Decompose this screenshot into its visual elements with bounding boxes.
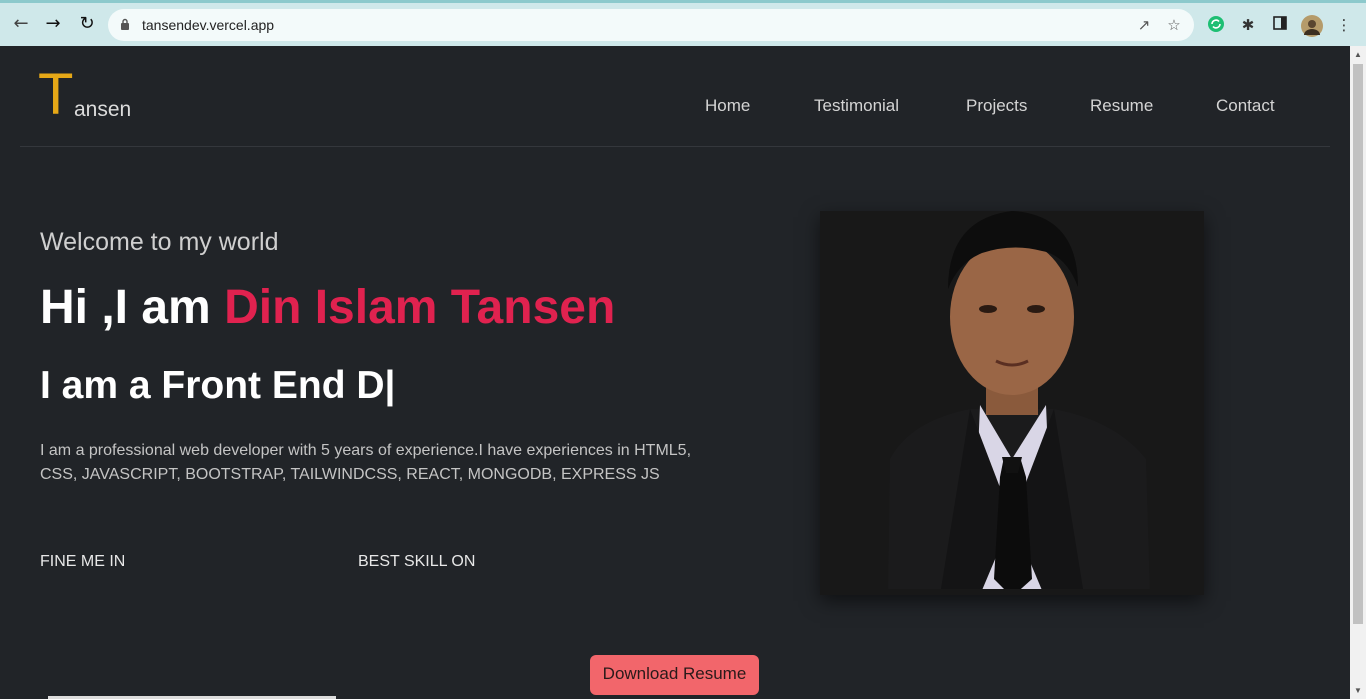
scrollbar-thumb[interactable] — [1353, 64, 1363, 624]
site-logo[interactable]: T ansen — [38, 66, 131, 124]
typed-role-text: I am a Front End D| — [40, 364, 396, 407]
reload-icon[interactable]: ↻ — [76, 13, 98, 35]
portrait-illustration — [888, 211, 1150, 589]
address-bar[interactable]: tansendev.vercel.app ↗ ☆ — [108, 9, 1194, 41]
hero-name: Din Islam Tansen — [224, 281, 616, 334]
scroll-up-icon[interactable]: ▲ — [1354, 50, 1362, 59]
logo-initial: T — [38, 62, 74, 127]
download-resume-button[interactable]: Download Resume — [590, 655, 759, 695]
extensions-puzzle-icon[interactable]: ✱ — [1238, 15, 1258, 35]
lock-icon — [121, 18, 129, 30]
bio-paragraph: I am a professional web developer with 5… — [40, 442, 692, 483]
logo-rest: ansen — [74, 98, 132, 121]
bookmark-star-icon[interactable]: ☆ — [1164, 15, 1184, 35]
welcome-text: Welcome to my world — [40, 228, 279, 256]
profile-avatar[interactable] — [1301, 15, 1323, 37]
best-skill-label: BEST SKILL ON — [358, 553, 476, 570]
back-arrow-icon[interactable]: ← — [10, 13, 32, 35]
nav-contact[interactable]: Contact — [1216, 96, 1275, 116]
profile-photo — [820, 211, 1204, 595]
share-icon[interactable]: ↗ — [1134, 15, 1154, 35]
nav-projects[interactable]: Projects — [966, 96, 1027, 116]
browser-toolbar: ← → ↻ tansendev.vercel.app ↗ ☆ ✱ ⋮ — [0, 0, 1366, 46]
nav-resume[interactable]: Resume — [1090, 96, 1153, 116]
forward-arrow-icon[interactable]: → — [42, 13, 64, 35]
page: T ansen Home Testimonial Projects Resume… — [0, 46, 1350, 699]
nav-home[interactable]: Home — [705, 96, 750, 116]
hero-heading: Hi ,I am Din Islam Tansen — [40, 280, 615, 335]
menu-kebab-icon[interactable]: ⋮ — [1334, 15, 1354, 35]
vertical-scrollbar[interactable]: ▲ ▼ — [1350, 46, 1366, 699]
scroll-down-icon[interactable]: ▼ — [1354, 686, 1362, 695]
greeting-text: Hi ,I am — [40, 281, 225, 334]
nav-testimonial[interactable]: Testimonial — [814, 96, 899, 116]
header-divider — [20, 146, 1330, 147]
url-text[interactable]: tansendev.vercel.app — [142, 17, 274, 33]
find-me-label: FINE ME IN — [40, 553, 126, 570]
extension-sync-icon[interactable] — [1206, 15, 1226, 35]
side-panel-icon[interactable] — [1270, 15, 1290, 35]
